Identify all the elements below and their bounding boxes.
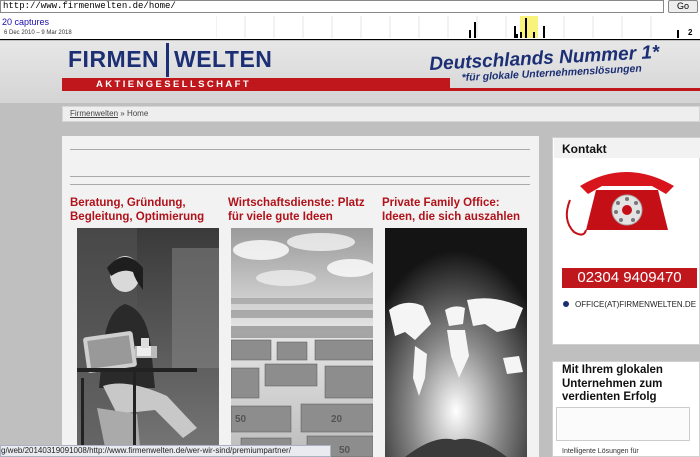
logo-subtitle: AKTIENGESELLSCHAFT (96, 79, 252, 90)
svg-text:50: 50 (235, 414, 247, 425)
promo-title: Mit Ihrem glokalen Unternehmen zum verdi… (562, 364, 663, 403)
timeline-bar (677, 30, 679, 38)
timeline-bar (520, 32, 522, 38)
world-map-hands-photo[interactable] (385, 228, 527, 457)
timeline-bar (543, 26, 545, 38)
go-button[interactable]: Go (668, 0, 698, 13)
column-title-wirtschaftsdienste[interactable]: Wirtschaftsdienste: Platz für viele gute… (228, 196, 373, 224)
svg-text:50: 50 (339, 445, 351, 456)
phone-number[interactable]: 02304 9409470 (562, 268, 697, 288)
column-title-family-office[interactable]: Private Family Office: Ideen, die sich a… (382, 196, 532, 224)
banner-red-line (450, 88, 700, 91)
email-icon (563, 301, 569, 307)
url-input[interactable]: http://www.firmenwelten.de/home/ (0, 0, 664, 13)
timeline-bar (525, 18, 527, 38)
red-telephone-image (556, 160, 696, 242)
woman-with-tablet-photo[interactable] (77, 228, 219, 457)
browser-status-bar: g/web/20140319091008/http://www.firmenwe… (0, 445, 331, 457)
breadcrumb-separator: » (120, 109, 125, 118)
email-link[interactable]: OFFICE(AT)FIRMENWELTEN.DE (575, 300, 696, 309)
breadcrumb-bar (62, 106, 700, 122)
divider (70, 149, 530, 150)
logo-text-right[interactable]: WELTEN (174, 46, 272, 73)
breadcrumb-home-link[interactable]: Firmenwelten (70, 109, 118, 118)
timeline-bar (474, 22, 476, 38)
timeline-bar (533, 32, 535, 38)
logo-divider (166, 43, 169, 77)
divider (70, 184, 530, 185)
promo-box (556, 407, 690, 441)
logo-text-left[interactable]: FIRMEN (68, 46, 159, 73)
captures-link[interactable]: 20 captures (2, 17, 49, 27)
promo-text: Intelligente Lösungen für (562, 448, 639, 455)
breadcrumb: Firmenwelten » Home (70, 109, 148, 118)
divider (70, 176, 530, 177)
timeline-highlight (520, 16, 538, 38)
wayback-toolbar: http://www.firmenwelten.de/home/ Go 20 c… (0, 0, 700, 40)
timeline-bar (516, 34, 518, 38)
next-year-label[interactable]: 2 (688, 28, 692, 37)
svg-text:20: 20 (331, 414, 343, 425)
breadcrumb-current: Home (126, 109, 149, 118)
timeline-bar (469, 30, 471, 38)
column-title-beratung[interactable]: Beratung, Gründung, Begleitung, Optimier… (70, 196, 220, 224)
contact-title: Kontakt (562, 142, 607, 156)
timeline-bar (514, 26, 516, 38)
capture-date-range: 6 Dec 2010 – 9 Mar 2018 (4, 30, 72, 36)
euro-banknote-maze-photo[interactable]: 50202050 (231, 228, 373, 457)
capture-timeline[interactable] (216, 16, 680, 38)
